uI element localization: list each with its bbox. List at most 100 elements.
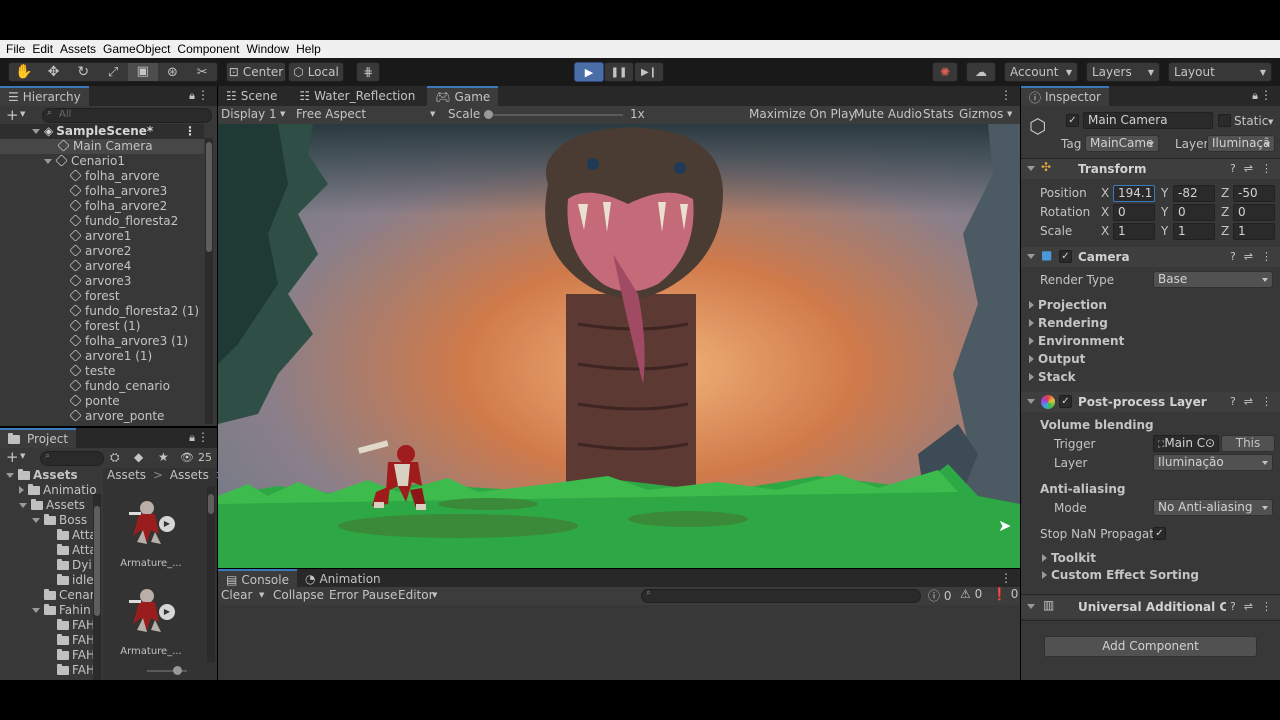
hierarchy-item[interactable]: teste (0, 364, 204, 379)
custom-sorting-foldout[interactable]: Custom Effect Sorting (1042, 568, 1199, 582)
camera-foldout[interactable]: Stack (1029, 370, 1076, 384)
foldout-arrow-icon[interactable] (1029, 301, 1034, 309)
transform-x-field[interactable]: 194.1 (1113, 185, 1155, 202)
scene-menu-icon[interactable]: ⋮ (184, 124, 196, 139)
hierarchy-item[interactable]: folha_arvore3 (0, 184, 204, 199)
object-picker-icon[interactable]: ⊙ (1205, 436, 1215, 451)
transform-tool-icon[interactable]: ⊛ (158, 65, 188, 80)
static-checkbox[interactable] (1218, 114, 1231, 127)
pivot-center-button[interactable]: ⊡ Center (226, 62, 286, 82)
lock-icon[interactable]: 🔒︎ (1252, 89, 1258, 103)
project-folder-item[interactable]: Fahin (0, 603, 102, 618)
project-folder-item[interactable]: FAH (0, 648, 102, 663)
hierarchy-item[interactable]: Main Camera (0, 139, 204, 154)
transform-z-field[interactable]: -50 (1233, 185, 1275, 202)
game-viewport[interactable]: ➤ (218, 124, 1020, 568)
hierarchy-item[interactable]: fundo_floresta2 (1) (0, 304, 204, 319)
chevron-down-icon[interactable]: ▼ (280, 110, 285, 118)
foldout-arrow-icon[interactable] (1027, 604, 1035, 609)
hierarchy-scroll-thumb[interactable] (206, 142, 212, 252)
axis-y-label[interactable]: Y (1161, 224, 1168, 238)
hierarchy-scrollbar[interactable] (205, 138, 213, 424)
rotate-tool-icon[interactable]: ↻ (68, 64, 98, 80)
aa-mode-dropdown[interactable]: No Anti-aliasing (1153, 499, 1273, 516)
project-folder-item[interactable]: FAH (0, 663, 102, 678)
foldout-arrow-icon[interactable] (1029, 319, 1034, 327)
project-folder-item[interactable]: idle (0, 573, 102, 588)
rect-tool-icon[interactable]: ▣ (127, 63, 158, 81)
axis-x-label[interactable]: X (1101, 224, 1109, 238)
pause-button[interactable]: ❚❚ (604, 62, 634, 82)
expand-arrow-icon[interactable] (32, 129, 40, 134)
tag-dropdown[interactable]: MainCame (1085, 135, 1159, 152)
hierarchy-item[interactable]: arvore2 (0, 244, 204, 259)
tab-game[interactable]: 🎮︎ Game (427, 86, 499, 106)
tab-console[interactable]: ▤ Console (218, 569, 297, 589)
step-button[interactable]: ▶❙ (634, 62, 664, 82)
display-dropdown[interactable]: Display 1 (221, 107, 277, 121)
editor-dropdown[interactable]: Editor (398, 588, 434, 602)
menu-help[interactable]: Help (296, 42, 321, 56)
transform-y-field[interactable]: 0 (1173, 204, 1215, 221)
project-search-input[interactable]: ⌕ (40, 451, 104, 466)
help-icon[interactable]: ? (1230, 600, 1236, 613)
thumbnail-size-slider[interactable] (147, 666, 187, 675)
hierarchy-item[interactable]: fundo_floresta2 (0, 214, 204, 229)
hierarchy-item[interactable]: arvore3 (0, 274, 204, 289)
help-icon[interactable]: ? (1230, 395, 1236, 408)
lock-icon[interactable]: 🔒︎ (189, 89, 195, 103)
hand-tool-icon[interactable]: ✋ (9, 64, 39, 80)
panel-menu-icon[interactable]: ⋮ (1000, 88, 1012, 102)
foldout-arrow-icon[interactable] (1027, 166, 1035, 171)
preset-icon[interactable]: ⇌ (1244, 250, 1253, 263)
asset-tile[interactable]: ▶ Armature_... (117, 582, 187, 672)
universal-camera-header[interactable]: ▥ Universal Additional Cam ? ⇌ ⋮ (1021, 596, 1280, 618)
hierarchy-item[interactable]: arvore_ponte (0, 409, 204, 424)
chevron-down-icon[interactable]: ▼ (20, 110, 25, 118)
project-tree-scroll-thumb[interactable] (94, 506, 100, 616)
grid-snap-button[interactable]: ⋕ (356, 62, 380, 82)
post-process-enabled-checkbox[interactable]: ✓ (1059, 395, 1072, 408)
stats-toggle[interactable]: Stats (923, 107, 954, 121)
chevron-down-icon[interactable]: ▼ (1268, 118, 1273, 126)
expand-arrow-icon[interactable] (19, 503, 27, 508)
trigger-field[interactable]: ⛶Main C ⊙ (1153, 435, 1219, 452)
hierarchy-item[interactable]: Cenario1 (0, 154, 204, 169)
clear-button[interactable]: Clear (221, 588, 252, 602)
active-checkbox[interactable]: ✓ (1066, 114, 1079, 127)
play-preview-icon[interactable]: ▶ (159, 604, 175, 620)
tab-scene[interactable]: ☷ Scene (218, 86, 285, 106)
axis-x-label[interactable]: X (1101, 186, 1109, 200)
error-pause-toggle[interactable]: Error Pause (329, 588, 397, 602)
maximize-on-play-toggle[interactable]: Maximize On Play (749, 107, 856, 121)
move-tool-icon[interactable]: ✥ (39, 64, 69, 80)
help-icon[interactable]: ? (1230, 162, 1236, 175)
collab-button[interactable]: ✺ (932, 62, 958, 82)
axis-y-label[interactable]: Y (1161, 186, 1168, 200)
transform-header[interactable]: ✣ Transform ? ⇌ ⋮ (1021, 159, 1280, 179)
camera-foldout[interactable]: Output (1029, 352, 1085, 366)
axis-z-label[interactable]: Z (1221, 205, 1229, 219)
chevron-down-icon[interactable]: ▼ (1007, 110, 1012, 118)
panel-menu-icon[interactable]: ⋮ (1260, 88, 1272, 102)
tab-project[interactable]: Project (0, 428, 77, 448)
add-icon[interactable]: + (6, 448, 19, 466)
cloud-button[interactable]: ☁ (966, 62, 996, 82)
expand-arrow-icon[interactable] (44, 159, 52, 164)
collapsed-arrow-icon[interactable] (19, 486, 24, 494)
panel-menu-icon[interactable]: ⋮ (1000, 571, 1012, 585)
hierarchy-item[interactable]: arvore4 (0, 259, 204, 274)
transform-z-field[interactable]: 1 (1233, 223, 1275, 240)
project-folder-item[interactable]: Atta (0, 528, 102, 543)
hidden-packages-icon[interactable]: 👁︎ (180, 451, 194, 464)
tab-water-reflection[interactable]: ☷ Water_Reflection (291, 86, 423, 106)
add-component-button[interactable]: Add Component (1044, 636, 1257, 657)
play-button[interactable]: ▶ (574, 62, 604, 82)
layers-dropdown[interactable]: Layers ▼ (1086, 62, 1160, 82)
console-search-input[interactable]: ⌕ (641, 588, 921, 603)
menu-edit[interactable]: Edit (32, 42, 53, 56)
space-local-button[interactable]: ⬡ Local (288, 62, 344, 82)
panel-menu-icon[interactable]: ⋮ (197, 430, 209, 444)
layer-dropdown[interactable]: Iluminaçã (1207, 135, 1275, 152)
render-type-dropdown[interactable]: Base (1153, 271, 1273, 288)
